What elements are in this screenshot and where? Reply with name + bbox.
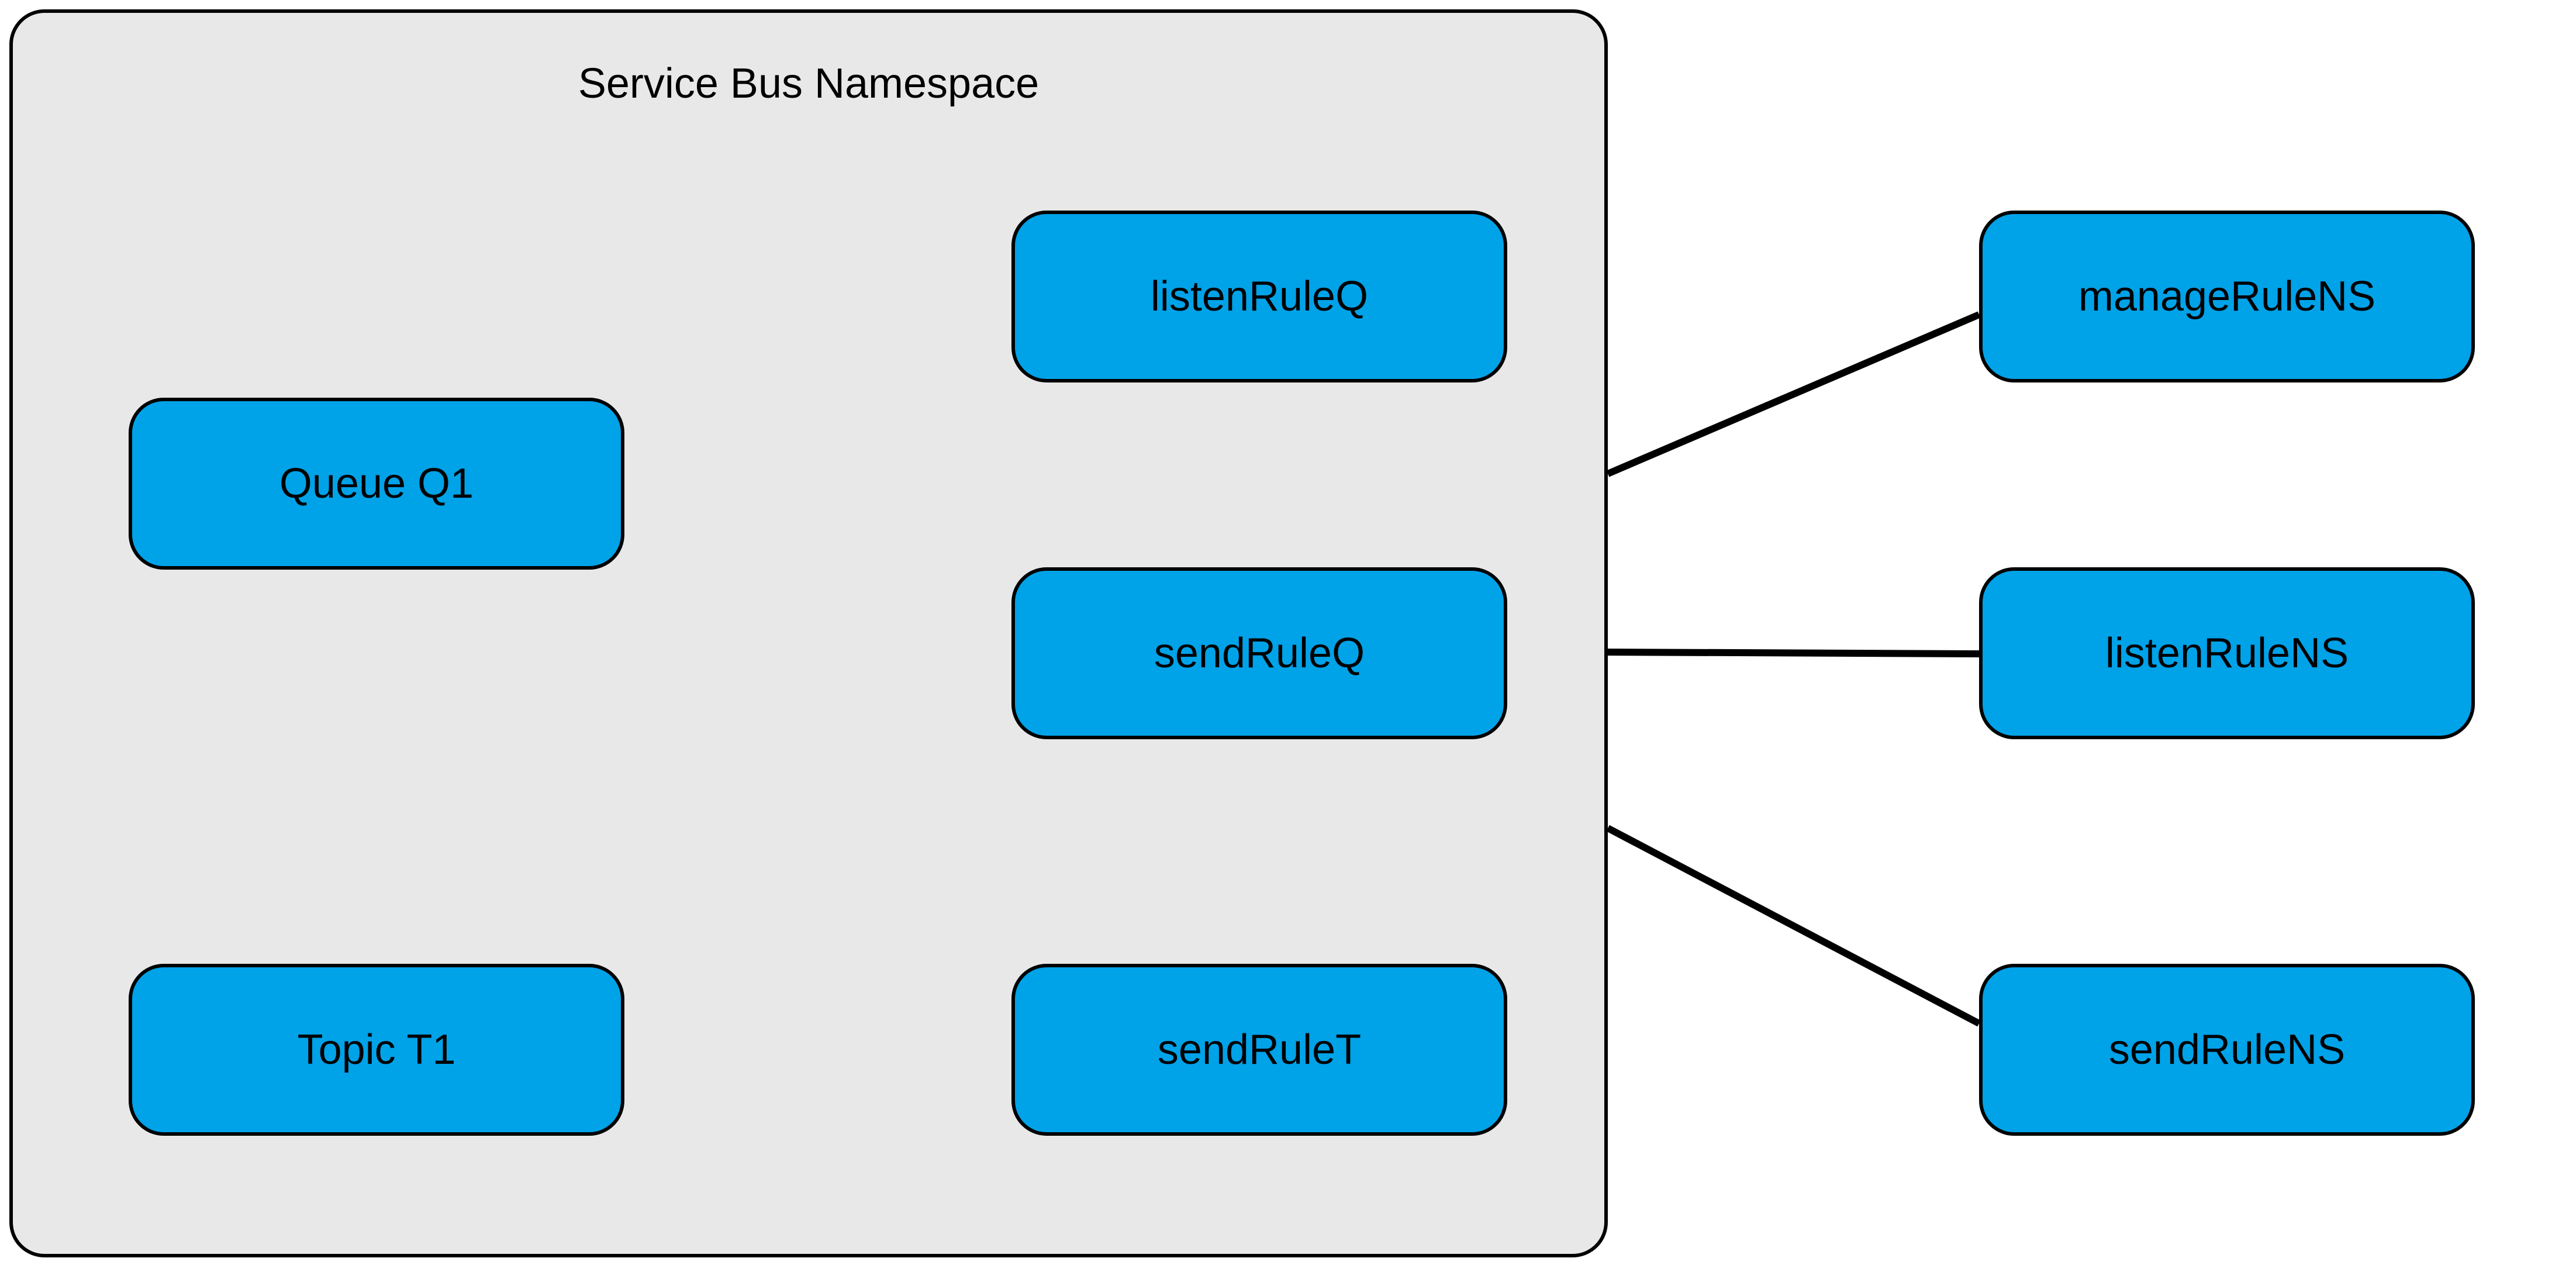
node-listen-rule-ns: listenRuleNS <box>1979 567 2475 739</box>
diagram-canvas: Service Bus Namespace Queue Q1 Topic T1 … <box>0 0 2576 1265</box>
node-label: manageRuleNS <box>2078 273 2375 320</box>
node-send-rule-ns: sendRuleNS <box>1979 964 2475 1136</box>
node-send-rule-t: sendRuleT <box>1011 964 1507 1136</box>
node-queue-q1: Queue Q1 <box>129 398 624 570</box>
node-label: listenRuleNS <box>2105 629 2349 677</box>
node-label: sendRuleT <box>1158 1026 1361 1074</box>
node-label: sendRuleQ <box>1154 629 1365 677</box>
node-label: Topic T1 <box>298 1026 456 1074</box>
edge-ns-manage <box>1608 315 1979 474</box>
node-listen-rule-q: listenRuleQ <box>1011 211 1507 382</box>
node-label: listenRuleQ <box>1151 273 1368 320</box>
node-manage-rule-ns: manageRuleNS <box>1979 211 2475 382</box>
node-send-rule-q: sendRuleQ <box>1011 567 1507 739</box>
node-label: sendRuleNS <box>2109 1026 2345 1074</box>
edge-ns-listen <box>1608 652 1979 654</box>
namespace-title: Service Bus Namespace <box>13 60 1604 108</box>
node-topic-t1: Topic T1 <box>129 964 624 1136</box>
node-label: Queue Q1 <box>279 460 474 508</box>
edge-ns-send <box>1608 828 1979 1023</box>
